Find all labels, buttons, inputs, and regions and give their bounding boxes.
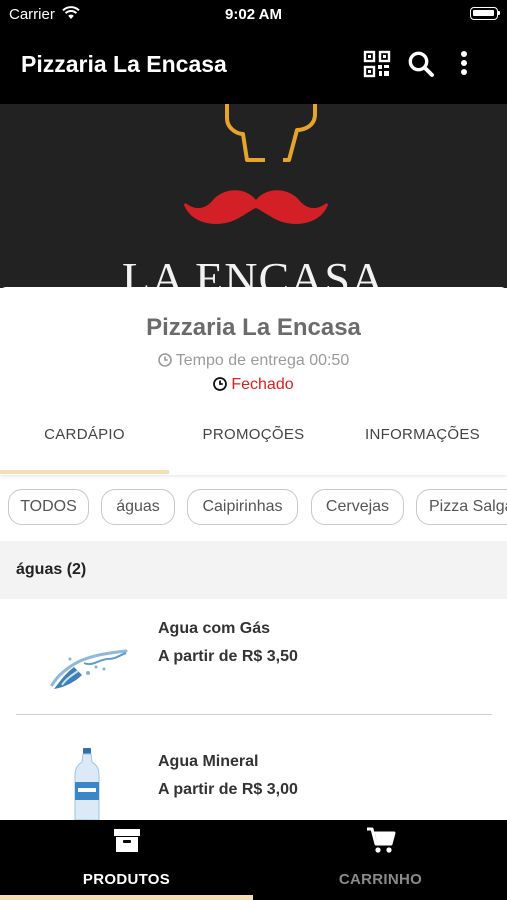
nav-produtos-label: PRODUTOS [82, 871, 171, 888]
nav-carrinho[interactable]: CARRINHO [254, 820, 507, 900]
cart-icon [367, 827, 396, 853]
water-splash-image [50, 649, 128, 689]
store-status-text: Fechado [231, 376, 294, 393]
brand-wordmark: LA ENCASA [121, 253, 386, 288]
chef-hat-logo [225, 104, 317, 162]
mustache-logo [184, 190, 328, 224]
status-bar: Carrier 9:02 AM [0, 0, 507, 28]
chip-todos[interactable]: TODOS [8, 489, 89, 525]
clock-icon [213, 377, 228, 391]
battery-icon [470, 7, 500, 20]
delivery-time-text: Tempo de entrega 00:50 [175, 352, 350, 369]
chip-pizza-salgada[interactable]: Pizza Salgada [416, 489, 507, 525]
product-row[interactable]: Agua Mineral A partir de R$ 3,00 [0, 716, 507, 820]
search-icon[interactable] [407, 50, 435, 78]
section-header: águas (2) [0, 541, 507, 599]
top-bar: Carrier 9:02 AM Pizzaria La Encasa [0, 0, 507, 104]
tab-informacoes[interactable]: INFORMAÇÕES [338, 426, 507, 443]
category-chips: TODOS águas Caipirinhas Cervejas Pizza S… [0, 488, 507, 526]
store-banner: LA ENCASA [0, 104, 507, 288]
clock-icon [157, 353, 172, 367]
qr-code-icon[interactable] [363, 50, 391, 78]
product-name: Agua Mineral [158, 753, 259, 770]
tab-selected-indicator [0, 470, 169, 474]
chip-aguas[interactable]: águas [101, 489, 175, 525]
tab-promocoes[interactable]: PROMOÇÕES [169, 426, 338, 443]
app-title: Pizzaria La Encasa [21, 51, 227, 77]
nav-produtos[interactable]: PRODUTOS [0, 820, 253, 900]
tab-cardapio[interactable]: CARDÁPIO [0, 426, 169, 443]
store-status: Fechado [0, 376, 507, 394]
product-price: A partir de R$ 3,50 [158, 648, 298, 665]
product-divider [16, 714, 492, 715]
water-bottle-image [74, 748, 100, 820]
delivery-time: Tempo de entrega 00:50 [0, 352, 507, 370]
more-vertical-icon[interactable] [456, 50, 472, 78]
product-price: A partir de R$ 3,00 [158, 781, 298, 798]
chip-caipirinhas[interactable]: Caipirinhas [187, 489, 298, 525]
section-title: águas (2) [16, 561, 87, 578]
chip-cervejas[interactable]: Cervejas [311, 489, 404, 525]
store-info-card: Pizzaria La Encasa Tempo de entrega 00:5… [0, 287, 507, 475]
store-name: Pizzaria La Encasa [146, 314, 361, 341]
menu-tabs: CARDÁPIO PROMOÇÕES INFORMAÇÕES [0, 422, 507, 474]
product-row[interactable]: Agua com Gás A partir de R$ 3,50 [0, 599, 507, 715]
product-name: Agua com Gás [158, 620, 271, 637]
nav-carrinho-label: CARRINHO [338, 871, 423, 888]
nav-selected-indicator [0, 895, 253, 900]
status-time: 9:02 AM [225, 6, 282, 23]
archive-box-icon [114, 829, 140, 852]
bottom-navigation: PRODUTOS CARRINHO [0, 820, 507, 900]
